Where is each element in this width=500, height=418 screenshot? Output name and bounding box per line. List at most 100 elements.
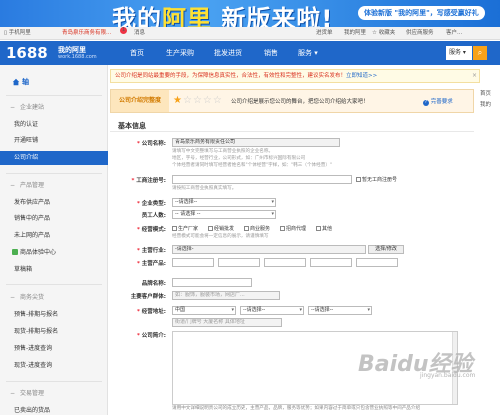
main-products-label: * 主营产品: [137, 261, 166, 267]
brand-label: 品牌名称: [141, 281, 166, 287]
street-input[interactable]: 街道/门牌号 大厦名称 具体地址 [172, 318, 282, 327]
star-icon: ☆ [212, 95, 223, 106]
company-name-label: * 公司名称: [137, 141, 166, 147]
mode-hint: 经营模式可能会将一定信息的展示，请谨慎填写 [172, 234, 269, 239]
experience-icon [12, 249, 18, 255]
site-link[interactable]: 青岛泉乐商务有限... [62, 27, 111, 40]
company-hint-1: 请填写中文完整填写与工商营业执照的企业名称。 [172, 149, 274, 154]
section-divider [110, 131, 474, 132]
staff-count-select[interactable]: -- 请选择 -- [172, 210, 276, 219]
right-rail-home[interactable]: 首页 [480, 89, 491, 100]
completeness-text: 公司介绍是展示您公司的舞台，把您公司介绍给大家吧！ [231, 99, 369, 105]
product-input-3[interactable] [264, 258, 306, 267]
star-icon: ★ [173, 95, 183, 106]
message-link[interactable]: 消息 [134, 27, 145, 40]
banner-title: 我的阿里 新版来啦! [112, 5, 334, 27]
customer-group-input[interactable]: 如：服饰，服装市场，网店厂... [172, 291, 280, 300]
no-reg-checkbox[interactable]: 暂无工商注册号 [354, 176, 397, 183]
mode-checkbox-factory[interactable]: 生产厂家 [170, 225, 198, 232]
sidebar-group-deals[interactable]: 商务尖货 [0, 291, 108, 305]
right-rail: 首页 我的 [480, 89, 491, 111]
star-icon: ☆ [202, 95, 213, 106]
sidebar-group-trade[interactable]: 交易管理 [0, 387, 108, 401]
customer-group-label: 主要客户群体: [130, 294, 166, 300]
reg-number-input[interactable] [172, 175, 352, 184]
sidebar-item-open-shop[interactable]: 开通旺铺 [0, 134, 108, 148]
main-nav: 1688 我的阿里 work.1688.com 首页 生产采购 批发进货 销售 … [0, 41, 500, 65]
requirements-link[interactable]: ? 完善要求 [423, 97, 453, 106]
close-icon[interactable]: × [472, 70, 477, 82]
sidebar-item-stock-progress[interactable]: 现货-进度查询 [0, 359, 108, 373]
promo-banner[interactable]: 我的阿里 新版来啦! 体验新版 "我的阿里"，写感受赢好礼 [0, 0, 500, 27]
logo-url: work.1688.com [58, 54, 97, 60]
province-select[interactable]: --请选择-- [240, 306, 304, 315]
company-type-select[interactable]: --请选择-- [172, 198, 276, 207]
favorites-link[interactable]: ☆ 收藏夹 [372, 27, 395, 40]
intro-hint: 请用中文详细说明贵公司的成立历史，主营产品，品牌，服务等优势；如果内容过于简单或… [172, 406, 421, 411]
sidebar-item-sold[interactable]: 已卖出的货品 [0, 404, 108, 418]
nav-home[interactable]: 首页 [124, 41, 150, 65]
sidebar: 轴 企业建站 我的认证 开通旺铺 公司介绍 产品管理 发布供应产品 销售中的产品… [0, 65, 108, 415]
sidebar-item-experience[interactable]: 商品体验中心 [0, 246, 108, 260]
sidebar-item-on-sale[interactable]: 销售中的产品 [0, 212, 108, 226]
sidebar-item-presale-schedule[interactable]: 预售-排期与报名 [0, 308, 108, 322]
sidebar-group-site[interactable]: 企业建站 [0, 101, 108, 115]
nav-service[interactable]: 服务 ▾ [292, 41, 324, 65]
notice-bar: 公司介绍是同站最重要的手段，为保障信息真实性，合法性，有效性和完整性，建议实名发… [110, 69, 480, 83]
product-input-4[interactable] [310, 258, 352, 267]
section-title: 基本信息 [118, 122, 146, 130]
nav-sales[interactable]: 销售 [258, 41, 284, 65]
reg-number-label: * 工商注册号: [131, 178, 167, 184]
country-select[interactable]: 中国 [172, 306, 236, 315]
watermark-url: jingyan.baidu.com [420, 372, 476, 379]
rating-stars: ★☆☆☆☆ [173, 95, 223, 106]
industry-select-button[interactable]: 选择/修改 [368, 245, 404, 254]
industry-input[interactable]: -请选择- [172, 245, 366, 254]
sidebar-divider [6, 173, 102, 174]
sidebar-home[interactable]: 轴 [0, 73, 108, 91]
sidebar-divider [6, 381, 102, 382]
service-link[interactable]: 供应商服务 [406, 27, 434, 40]
right-rail-mine[interactable]: 我的 [480, 100, 491, 111]
sidebar-item-company-intro[interactable]: 公司介绍 [0, 151, 108, 165]
mode-checkbox-service[interactable]: 商业服务 [242, 225, 270, 232]
buy-list-link[interactable]: 进货单 [316, 27, 333, 40]
completeness-box: 公司介绍完整度 ★☆☆☆☆ 公司介绍是展示您公司的舞台，把您公司介绍给大家吧！ … [110, 89, 474, 113]
my-ali-link[interactable]: 我的阿里 [344, 27, 366, 40]
brand-input[interactable] [172, 278, 252, 287]
mode-checkbox-other[interactable]: 其他 [314, 225, 332, 232]
mode-checkbox-wholesale[interactable]: 经销批发 [206, 225, 234, 232]
intro-label: * 公司简介: [137, 333, 166, 339]
sidebar-item-presale-progress[interactable]: 预售-进度查询 [0, 342, 108, 356]
reg-hint: 请按照工商营业执照真实填写。 [172, 186, 237, 191]
logo-1688[interactable]: 1688 [6, 44, 48, 62]
sidebar-divider [6, 95, 102, 96]
notice-link[interactable]: 立即知道>> [346, 73, 377, 79]
banner-pill[interactable]: 体验新版 "我的阿里"，写感受赢好礼 [358, 6, 485, 20]
product-input-1[interactable] [172, 258, 214, 267]
city-select[interactable]: --请选择-- [308, 306, 372, 315]
sidebar-divider [6, 284, 102, 285]
product-input-5[interactable] [356, 258, 398, 267]
phone-link[interactable]: ▯ 手机阿里 [4, 27, 31, 40]
nav-purchase[interactable]: 生产采购 [160, 41, 200, 65]
search-scope-select[interactable]: 服务 ▾ [446, 46, 472, 60]
help-link[interactable]: 客户... [446, 27, 462, 40]
star-icon: ☆ [182, 95, 193, 106]
mode-checkbox-agent[interactable]: 招商代理 [278, 225, 306, 232]
product-input-2[interactable] [218, 258, 260, 267]
question-icon: ? [423, 100, 429, 106]
nav-wholesale[interactable]: 批发进货 [208, 41, 248, 65]
search-icon[interactable]: ⌕ [473, 46, 487, 60]
company-type-label: * 企业类型: [137, 201, 166, 207]
sidebar-item-publish[interactable]: 发布供应产品 [0, 196, 108, 210]
sidebar-group-products[interactable]: 产品管理 [0, 179, 108, 193]
company-name-input[interactable]: 青岛泉乐商务有限责任公司 [172, 138, 340, 147]
sidebar-item-drafts[interactable]: 草稿箱 [0, 263, 108, 277]
sidebar-item-certification[interactable]: 我的认证 [0, 118, 108, 132]
star-icon: ☆ [192, 95, 203, 106]
top-utility-bar: ▯ 手机阿里 青岛泉乐商务有限... 1 消息 进货单 我的阿里 ☆ 收藏夹 供… [0, 27, 500, 40]
sidebar-item-offline[interactable]: 未上网的产品 [0, 229, 108, 243]
home-icon [12, 78, 20, 86]
sidebar-item-stock-schedule[interactable]: 现货-排期与报名 [0, 325, 108, 339]
